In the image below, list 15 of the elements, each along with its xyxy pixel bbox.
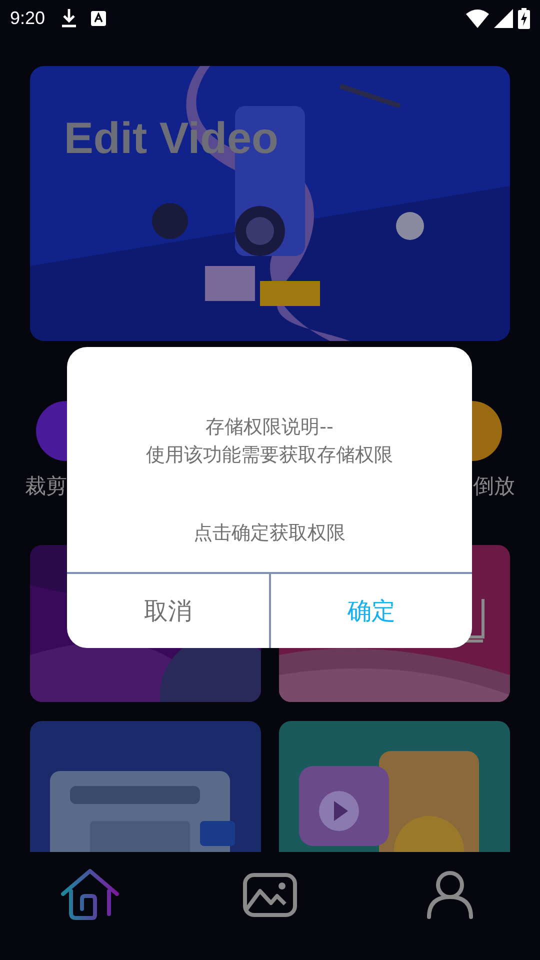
dialog-message: 使用该功能需要获取存储权限 — [146, 443, 393, 468]
tool-label: 倒放 — [473, 473, 515, 500]
download-icon — [61, 8, 78, 28]
dialog-message: 存储权限说明-- — [206, 415, 334, 440]
battery-charging-icon — [518, 8, 530, 28]
status-time: 9:20 — [10, 6, 46, 30]
dialog-hint: 点击确定获取权限 — [194, 521, 346, 546]
home-icon — [61, 869, 119, 921]
signal-icon — [494, 8, 513, 28]
text-box-icon — [91, 10, 106, 26]
image-icon — [243, 873, 297, 917]
wifi-icon — [466, 8, 489, 28]
user-icon — [426, 870, 474, 920]
cancel-button[interactable]: 取消 — [67, 574, 268, 648]
tool-label: 裁剪 — [25, 473, 67, 500]
